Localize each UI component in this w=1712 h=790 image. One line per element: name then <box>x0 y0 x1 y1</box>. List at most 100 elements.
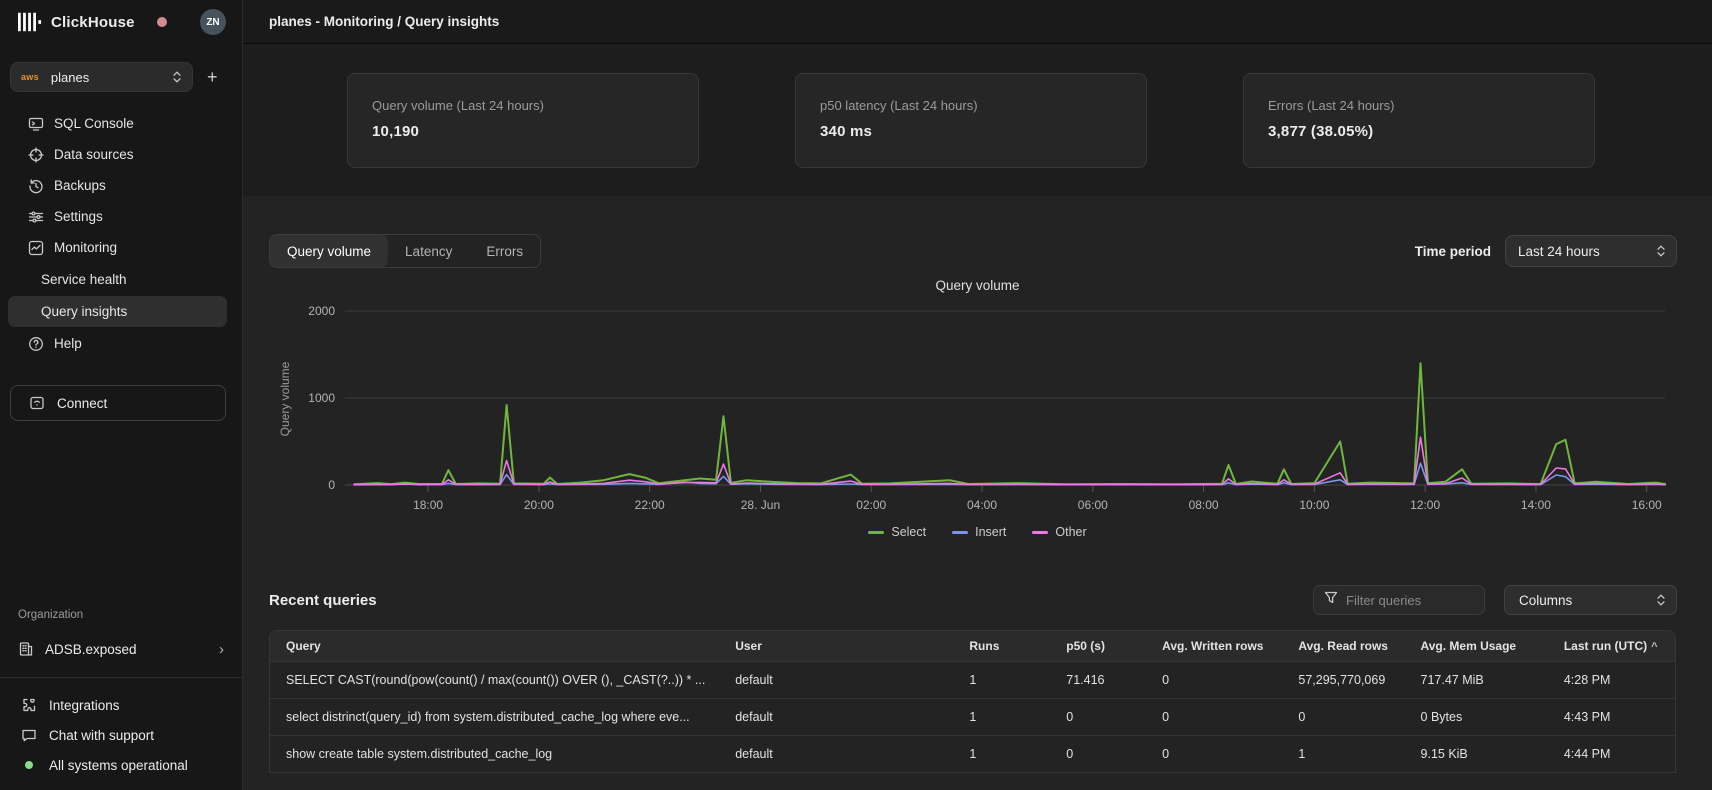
settings-sliders-icon <box>28 209 44 225</box>
sidebar-item-label: Backups <box>54 178 106 193</box>
cell-mem: 9.15 KiB <box>1413 735 1556 772</box>
sidebar-item-monitoring[interactable]: Monitoring <box>0 232 242 263</box>
stat-value: 340 ms <box>820 123 1122 140</box>
cell-p50: 0 <box>1058 698 1154 735</box>
column-header-mem-usage[interactable]: Avg. Mem Usage <box>1413 631 1556 661</box>
clickhouse-logo-icon <box>18 12 42 32</box>
tab-errors[interactable]: Errors <box>469 235 540 267</box>
organization-section-label: Organization <box>0 609 242 621</box>
table-header-row: Query User Runs p50 (s) Avg. Written row… <box>270 631 1675 661</box>
connect-button[interactable]: Connect <box>10 385 226 421</box>
recent-queries-table: Query User Runs p50 (s) Avg. Written row… <box>269 630 1676 773</box>
monitoring-icon <box>28 240 44 256</box>
data-sources-icon <box>28 147 44 163</box>
workspace-select[interactable]: aws planes <box>10 62 193 92</box>
stat-label: Query volume (Last 24 hours) <box>372 98 674 113</box>
stat-card-errors: Errors (Last 24 hours) 3,877 (38.05%) <box>1243 73 1595 168</box>
chart-legend: Select Insert Other <box>243 522 1712 542</box>
x-tick-label: 28. Jun <box>741 498 780 512</box>
cell-p50: 0 <box>1058 735 1154 772</box>
cell-query: SELECT CAST(round(pow(count() / max(coun… <box>270 661 727 698</box>
console-icon <box>28 116 44 132</box>
series-line-select <box>354 363 1665 484</box>
table-row[interactable]: select distrinct(query_id) from system.d… <box>270 698 1675 735</box>
cell-written: 0 <box>1154 661 1290 698</box>
insights-panel: Query volume Latency Errors Time period … <box>243 196 1712 790</box>
sidebar-item-service-health[interactable]: Service health <box>8 264 227 295</box>
insert-series-swatch <box>952 531 968 534</box>
sidebar-item-integrations[interactable]: Integrations <box>0 690 242 720</box>
column-header-query[interactable]: Query <box>270 631 727 661</box>
select-series-swatch <box>868 531 884 534</box>
x-tick-label: 12:00 <box>1410 498 1440 512</box>
legend-label: Insert <box>975 525 1006 539</box>
time-period-control: Time period Last 24 hours <box>1415 235 1677 267</box>
sidebar-divider <box>0 677 242 678</box>
legend-item-select[interactable]: Select <box>868 525 926 539</box>
brand-row: ClickHouse ZN <box>0 0 242 44</box>
stats-band: Query volume (Last 24 hours) 10,190 p50 … <box>243 44 1712 196</box>
recent-queries-title: Recent queries <box>269 592 377 609</box>
legend-item-insert[interactable]: Insert <box>952 525 1006 539</box>
stat-value: 10,190 <box>372 123 674 140</box>
x-tick-label: 20:00 <box>524 498 554 512</box>
cell-query: show create table system.distributed_cac… <box>270 735 727 772</box>
sidebar-item-sql-console[interactable]: SQL Console <box>0 108 242 139</box>
add-service-button[interactable]: + <box>207 68 218 86</box>
cell-read: 0 <box>1290 698 1412 735</box>
sidebar-item-label: Settings <box>54 209 103 224</box>
sidebar-item-label: Monitoring <box>54 240 117 255</box>
cell-runs: 1 <box>961 698 1058 735</box>
sidebar-item-help[interactable]: Help <box>0 328 242 359</box>
table-row[interactable]: SELECT CAST(round(pow(count() / max(coun… <box>270 661 1675 698</box>
tab-query-volume[interactable]: Query volume <box>270 235 388 267</box>
sidebar-item-query-insights[interactable]: Query insights <box>8 296 227 327</box>
cell-p50: 71.416 <box>1058 661 1154 698</box>
filter-queries-box <box>1313 585 1485 615</box>
x-tick-label: 22:00 <box>635 498 665 512</box>
avatar[interactable]: ZN <box>200 9 226 35</box>
time-period-select[interactable]: Last 24 hours <box>1505 235 1677 267</box>
x-tick-label: 06:00 <box>1078 498 1108 512</box>
cell-mem: 0 Bytes <box>1413 698 1556 735</box>
status-ok-icon <box>21 761 37 769</box>
connection-status-dot <box>157 17 167 27</box>
sidebar-item-settings[interactable]: Settings <box>0 201 242 232</box>
column-header-written-rows[interactable]: Avg. Written rows <box>1154 631 1290 661</box>
cell-runs: 1 <box>961 735 1058 772</box>
y-tick-label: 1000 <box>308 391 335 405</box>
table-row[interactable]: show create table system.distributed_cac… <box>270 735 1675 772</box>
workspace-name: planes <box>51 70 89 85</box>
footer-item-label: Integrations <box>49 698 120 713</box>
sidebar-item-chat-with-support[interactable]: Chat with support <box>0 720 242 750</box>
sort-ascending-icon: ^ <box>1651 641 1657 653</box>
legend-label: Other <box>1055 525 1086 539</box>
integrations-icon <box>21 697 37 713</box>
sidebar-item-backups[interactable]: Backups <box>0 170 242 201</box>
tab-latency[interactable]: Latency <box>388 235 469 267</box>
connect-label: Connect <box>57 396 107 411</box>
backups-icon <box>28 178 44 194</box>
column-header-p50[interactable]: p50 (s) <box>1058 631 1154 661</box>
sidebar-subitem-label: Service health <box>41 272 127 287</box>
cell-last-run: 4:28 PM <box>1556 661 1675 698</box>
sidebar-item-label: Help <box>54 336 82 351</box>
column-header-read-rows[interactable]: Avg. Read rows <box>1290 631 1412 661</box>
y-tick-label: 0 <box>328 478 335 492</box>
organization-switcher[interactable]: ADSB.exposed › <box>0 633 242 665</box>
column-header-user[interactable]: User <box>727 631 961 661</box>
filter-queries-input[interactable] <box>1346 593 1466 608</box>
column-header-last-run[interactable]: Last run (UTC)^ <box>1556 631 1675 661</box>
chevron-right-icon: › <box>219 641 224 658</box>
x-tick-label: 16:00 <box>1632 498 1662 512</box>
sidebar-item-data-sources[interactable]: Data sources <box>0 139 242 170</box>
sidebar-item-system-status[interactable]: All systems operational <box>0 750 242 780</box>
columns-select[interactable]: Columns <box>1504 585 1677 615</box>
query-volume-chart: 010002000Query volume18:0020:0022:0028. … <box>243 296 1712 516</box>
stat-card-p50-latency: p50 latency (Last 24 hours) 340 ms <box>795 73 1147 168</box>
column-header-runs[interactable]: Runs <box>961 631 1058 661</box>
legend-item-other[interactable]: Other <box>1032 525 1086 539</box>
stat-label: Errors (Last 24 hours) <box>1268 98 1570 113</box>
legend-label: Select <box>891 525 926 539</box>
cell-read: 1 <box>1290 735 1412 772</box>
